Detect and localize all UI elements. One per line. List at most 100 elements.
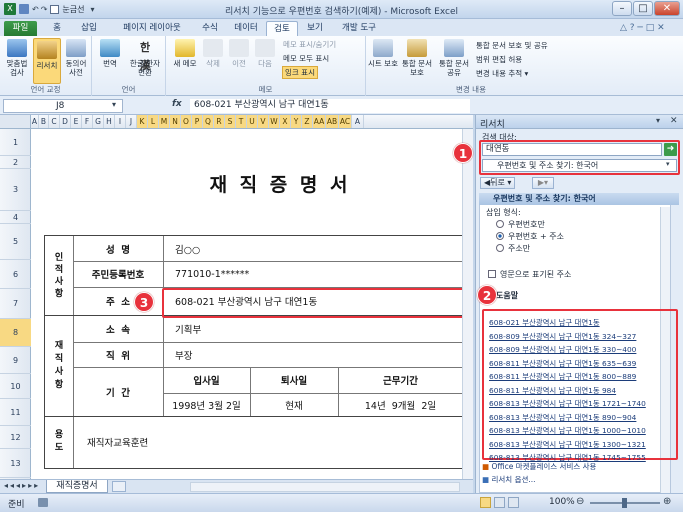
name-box[interactable]: J8 [3, 99, 123, 113]
result-item[interactable]: 608-811 부산광역시 남구 대연1동 800~889 [489, 371, 636, 382]
result-item[interactable]: 608-813 부산광역시 남구 대연1동 1721~1740 [489, 398, 646, 409]
column-header[interactable]: D [60, 115, 71, 128]
tab-insert[interactable]: 삽입 [73, 21, 105, 36]
column-header[interactable]: R [214, 115, 225, 128]
tenure-value[interactable]: 14년 9개월 2일 [338, 393, 463, 416]
results-section-header[interactable]: 우편번호 및 주소 찾기: 한국어 [479, 193, 679, 205]
maximize-button[interactable]: □ [633, 1, 653, 16]
row-header[interactable]: 13 [0, 449, 31, 478]
row-header[interactable]: 5 [0, 224, 31, 260]
result-item[interactable]: 608-811 부산광역시 남구 대연1동 984 [489, 385, 616, 396]
research-options-link[interactable]: ■ 리서치 옵션... [482, 474, 536, 485]
normal-view-icon[interactable] [480, 497, 491, 508]
thesaurus-button[interactable]: 동의어 사전 [62, 39, 90, 77]
column-header[interactable]: A [31, 115, 39, 128]
purpose-value[interactable]: 재직자교육훈련 [87, 416, 148, 468]
page-layout-view-icon[interactable] [494, 497, 505, 508]
result-item[interactable]: 608-813 부산광역시 남구 대연1동 1300~1321 [489, 439, 646, 450]
view-buttons[interactable] [480, 497, 524, 509]
hangul-hanja-button[interactable]: 한漢 한글/한자 변환 [126, 39, 164, 77]
previous-comment-button[interactable]: 이전 [227, 39, 251, 68]
result-item[interactable]: 608-813 부산광역시 남구 대연1동 1745~1755 [489, 452, 646, 463]
column-header[interactable]: O [181, 115, 192, 128]
column-header[interactable]: B [39, 115, 49, 128]
id-value[interactable]: 771010-1****** [175, 261, 249, 287]
column-header[interactable]: K [137, 115, 148, 128]
column-header[interactable]: AA [313, 115, 326, 128]
share-workbook-button[interactable]: 통합 문서 공유 [436, 39, 472, 77]
tab-file[interactable]: 파일 [4, 21, 37, 36]
forward-button[interactable]: ▶▾ [532, 177, 554, 189]
leave-date-value[interactable]: 현재 [250, 393, 338, 416]
result-item[interactable]: 608-813 부산광역시 남구 대연1동 890~904 [489, 412, 636, 423]
zoom-out-icon[interactable]: ⊖ [576, 496, 584, 507]
column-header[interactable]: E [71, 115, 82, 128]
result-item[interactable]: 608-811 부산광역시 남구 대연1동 635~639 [489, 358, 636, 369]
row-header[interactable]: 3 [0, 169, 31, 211]
column-header[interactable]: T [236, 115, 247, 128]
column-header[interactable]: A [352, 115, 364, 128]
column-header[interactable]: J [126, 115, 137, 128]
protect-sheet-button[interactable]: 시트 보호 [368, 39, 398, 68]
spelling-button[interactable]: 맞춤법 검사 [3, 39, 31, 77]
zoom-slider-thumb[interactable] [622, 498, 627, 508]
column-header[interactable]: H [104, 115, 115, 128]
row-header[interactable]: 10 [0, 374, 31, 399]
insert-sheet-icon[interactable] [112, 481, 126, 492]
zoom-level[interactable]: 100% [549, 497, 575, 507]
tab-view[interactable]: 보기 [300, 21, 330, 36]
protect-share-workbook-button[interactable]: 통합 문서 보호 및 공유 [476, 40, 548, 51]
row-header[interactable]: 6 [0, 260, 31, 289]
allow-edit-ranges-button[interactable]: 범위 편집 허용 [476, 54, 522, 65]
formula-input[interactable]: 608-021 부산광역시 남구 대연1동 [190, 99, 470, 113]
page-break-view-icon[interactable] [508, 497, 519, 508]
radio-zip-only[interactable] [496, 220, 504, 228]
radio-zip-address[interactable] [496, 232, 504, 240]
fx-icon[interactable]: fx [172, 99, 182, 109]
tab-formulas[interactable]: 수식 [195, 21, 225, 36]
tab-home[interactable]: 홈 [45, 21, 69, 36]
result-item[interactable]: 608-809 부산광역시 남구 대연1동 330~400 [489, 344, 636, 355]
back-button[interactable]: ◀뒤로 ▾ [480, 177, 516, 189]
tab-developer[interactable]: 개발 도구 [334, 21, 384, 36]
sheet-tab-active[interactable]: 재직증명서 [46, 480, 108, 493]
name-box-dropdown-icon[interactable]: ▾ [112, 100, 116, 109]
pane-close-icon[interactable]: ✕ [670, 116, 678, 126]
radio-address-only[interactable] [496, 244, 504, 252]
column-header[interactable]: V [258, 115, 269, 128]
dept-value[interactable]: 기획부 [175, 315, 201, 342]
macro-record-icon[interactable] [38, 498, 48, 507]
zoom-in-icon[interactable]: ⊕ [663, 496, 671, 507]
result-item[interactable]: 608-813 부산광역시 남구 대연1동 1000~1010 [489, 425, 646, 436]
new-comment-button[interactable]: 새 메모 [171, 39, 199, 68]
result-item[interactable]: 608-021 부산광역시 남구 대연1동 [489, 317, 600, 328]
vertical-scrollbar[interactable] [462, 129, 473, 479]
english-address-option[interactable]: 영문으로 표기된 주소 [488, 269, 571, 280]
result-item[interactable]: 608-809 부산광역시 남구 대연1동 324~327 [489, 331, 636, 342]
select-all-corner[interactable] [0, 115, 31, 129]
column-header[interactable]: N [170, 115, 181, 128]
ribbon-controls[interactable]: △ ? ─ □ ✕ [620, 23, 665, 33]
next-comment-button[interactable]: 다음 [253, 39, 277, 68]
column-header[interactable]: X [280, 115, 291, 128]
help-link[interactable]: 도움말 [496, 290, 518, 301]
show-hide-comment-button[interactable]: 메모 표시/숨기기 [283, 39, 336, 50]
delete-comment-button[interactable]: 삭제 [201, 39, 225, 68]
column-header[interactable]: Q [203, 115, 214, 128]
column-header[interactable]: G [93, 115, 104, 128]
minimize-button[interactable]: – [612, 1, 632, 16]
row-header[interactable]: 4 [0, 211, 31, 224]
row-header[interactable]: 8 [0, 319, 31, 347]
show-all-comments-button[interactable]: 메모 모두 표시 [283, 53, 329, 64]
protect-workbook-button[interactable]: 통합 문서 보호 [399, 39, 435, 77]
column-header[interactable]: AB [326, 115, 339, 128]
research-button[interactable]: 리서치 [33, 38, 61, 84]
show-ink-button[interactable]: 잉크 표시 [282, 66, 318, 79]
pane-menu-icon[interactable]: ▾ [656, 116, 660, 125]
close-button[interactable]: ✕ [654, 1, 680, 16]
row-header[interactable]: 1 [0, 129, 31, 156]
column-header[interactable]: F [82, 115, 93, 128]
tab-data[interactable]: 데이터 [228, 21, 264, 36]
column-header[interactable]: W [269, 115, 280, 128]
row-header[interactable]: 2 [0, 156, 31, 169]
